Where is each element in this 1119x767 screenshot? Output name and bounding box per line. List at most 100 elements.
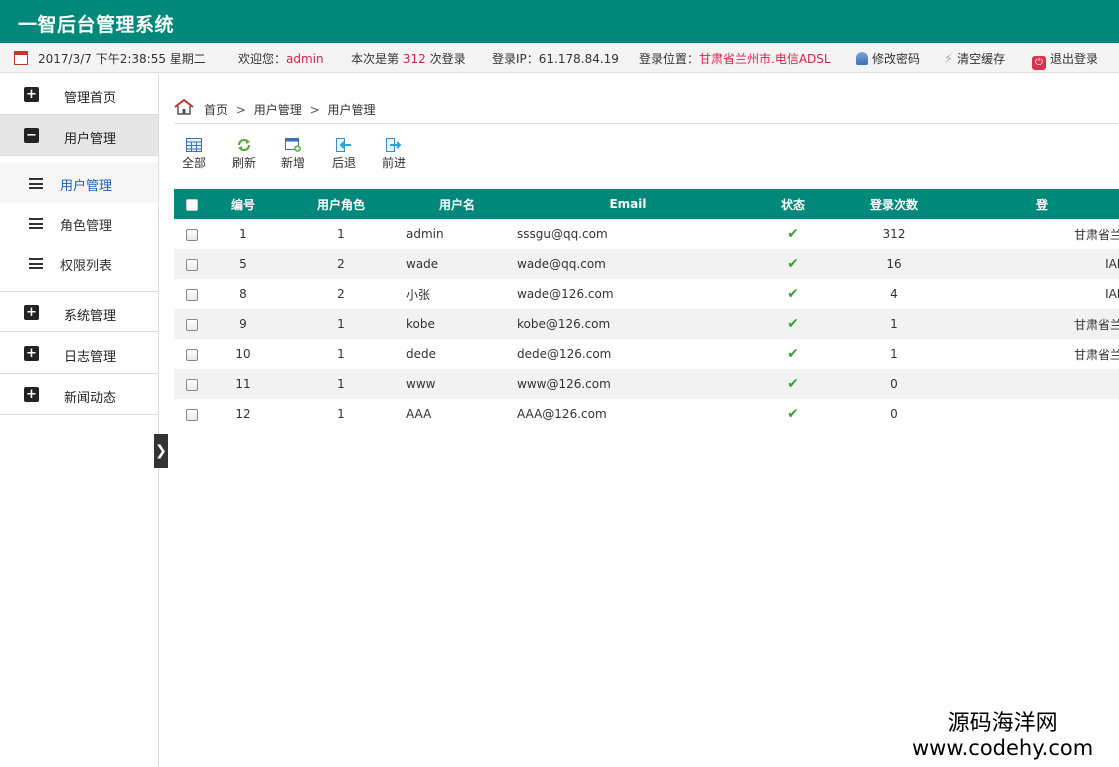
sidebar-item-permission-list[interactable]: 权限列表 (0, 243, 158, 283)
table-row[interactable]: 10 1 dede dede@126.com ✔ 1 甘肃省兰州 (174, 339, 1119, 369)
row-checkbox[interactable] (186, 378, 198, 391)
row-checkbox[interactable] (186, 318, 198, 331)
clear-cache-link[interactable]: ⚡ 清空缓存 (944, 50, 1005, 67)
row-checkbox[interactable] (186, 228, 198, 241)
select-all-checkbox[interactable] (186, 198, 198, 211)
add-button[interactable]: 新增 (273, 138, 313, 171)
app-header: 一智后台管理系统 (0, 0, 1119, 43)
cell-username: admin (406, 227, 444, 241)
column-header-logins[interactable]: 登录次数 (838, 189, 950, 219)
breadcrumb-home[interactable]: 首页 (204, 103, 228, 117)
cell-status: ✔ (748, 219, 838, 249)
show-all-label: 全部 (181, 156, 206, 170)
list-icon (29, 178, 43, 189)
info-bar: 2017/3/7 下午2:38:55 星期二 欢迎您：admin 本次是第 31… (0, 43, 1119, 73)
cell-email: wade@qq.com (508, 249, 748, 279)
row-select-cell (174, 249, 210, 279)
watermark: 源码海洋网 www.codehy.com (912, 712, 1093, 761)
cell-logins: 4 (890, 287, 898, 301)
cell-role: 1 (337, 227, 345, 241)
cell-role: 1 (276, 369, 406, 399)
row-select-cell (174, 309, 210, 339)
change-password-link[interactable]: 修改密码 (856, 50, 920, 67)
login-ip: 登录IP：61.178.84.19 (492, 52, 619, 66)
cell-email: wade@126.com (517, 287, 614, 301)
check-icon: ✔ (787, 376, 799, 392)
row-checkbox[interactable] (186, 348, 198, 361)
cell-status: ✔ (748, 369, 838, 399)
welcome-label: 欢迎您： (238, 52, 287, 66)
add-window-icon (285, 138, 301, 152)
cell-role: 2 (276, 249, 406, 279)
show-all-button[interactable]: 全部 (174, 138, 214, 171)
back-button[interactable]: 后退 (324, 138, 364, 171)
cell-role: 1 (276, 309, 406, 339)
column-header-id[interactable]: 编号 (210, 189, 276, 219)
login-count-value: 312 (402, 52, 426, 66)
breadcrumb-parent[interactable]: 用户管理 (254, 103, 302, 117)
column-header-status[interactable]: 状态 (748, 189, 838, 219)
column-header-email[interactable]: Email (508, 189, 748, 219)
table-row[interactable]: 5 2 wade wade@qq.com ✔ 16 IANA (174, 249, 1119, 279)
logout-label: 退出登录 (1050, 52, 1099, 66)
row-checkbox[interactable] (186, 258, 198, 271)
column-header-username[interactable]: 用户名 (406, 189, 508, 219)
sidebar-group-system[interactable]: + 系统管理 (0, 291, 158, 332)
row-checkbox[interactable] (186, 288, 198, 301)
sidebar-group-label: 新闻动态 (64, 391, 117, 406)
sidebar-group-home[interactable]: + 管理首页 (0, 74, 158, 115)
check-icon: ✔ (787, 286, 799, 302)
select-all-cell (174, 189, 210, 219)
refresh-button[interactable]: 刷新 (224, 138, 264, 171)
cell-logins: 16 (838, 249, 950, 279)
expand-icon: + (24, 387, 39, 402)
table-row[interactable]: 8 2 小张 wade@126.com ✔ 4 IANA (174, 279, 1119, 309)
table-row[interactable]: 9 1 kobe kobe@126.com ✔ 1 甘肃省兰州 (174, 309, 1119, 339)
cell-username: wade (406, 249, 508, 279)
forward-label: 前进 (381, 156, 406, 170)
table-header-row: 编号 用户角色 用户名 Email 状态 登录次数 登 (174, 189, 1119, 219)
refresh-label: 刷新 (231, 156, 256, 170)
sidebar-group-users[interactable]: − 用户管理 (0, 115, 158, 156)
cell-id: 1 (239, 227, 247, 241)
sidebar-group-label: 日志管理 (64, 350, 117, 365)
logout-link[interactable]: ⏻ 退出登录 (1032, 50, 1098, 70)
cell-logins: 312 (882, 227, 906, 241)
cell-id: 12 (235, 407, 251, 421)
row-select-cell (174, 219, 210, 249)
grid-icon (186, 138, 202, 152)
sidebar-item-user-management[interactable]: 用户管理 (0, 163, 158, 203)
column-header-location[interactable]: 登 (950, 189, 1119, 219)
location-label: 登录位置： (639, 52, 700, 66)
cell-username: 小张 (406, 287, 431, 302)
cell-email: dede@126.com (517, 347, 612, 361)
column-header-role[interactable]: 用户角色 (276, 189, 406, 219)
cell-status: ✔ (748, 309, 838, 339)
sidebar-item-role-management[interactable]: 角色管理 (0, 203, 158, 243)
row-checkbox[interactable] (186, 408, 198, 421)
cell-logins: 1 (838, 309, 950, 339)
collapse-icon: − (24, 128, 39, 143)
table-row[interactable]: 1 1 admin sssgu@qq.com ✔ 312 甘肃省兰州 (174, 219, 1119, 249)
row-select-cell (174, 399, 210, 429)
table-row[interactable]: 12 1 AAA AAA@126.com ✔ 0 (174, 399, 1119, 429)
user-key-icon (856, 52, 868, 65)
back-icon (336, 138, 351, 152)
cell-location: IANA (950, 249, 1119, 279)
table-row[interactable]: 11 1 www www@126.com ✔ 0 (174, 369, 1119, 399)
expand-icon: + (24, 346, 39, 361)
sidebar-toggle-button[interactable]: ❯ (154, 434, 168, 468)
list-icon (29, 218, 43, 229)
sidebar-group-news[interactable]: + 新闻动态 (0, 374, 158, 415)
cell-status: ✔ (748, 399, 838, 429)
cell-location: 甘肃省兰州 (950, 309, 1119, 339)
forward-icon (386, 138, 402, 152)
forward-button[interactable]: 前进 (374, 138, 414, 171)
cell-location (950, 369, 1119, 399)
check-icon: ✔ (787, 346, 799, 362)
cell-logins: 0 (890, 407, 898, 421)
home-icon[interactable] (174, 99, 194, 115)
breadcrumb: 首页 > 用户管理 > 用户管理 (174, 97, 1119, 124)
breadcrumb-current: 用户管理 (327, 103, 376, 117)
sidebar-group-logs[interactable]: + 日志管理 (0, 333, 158, 374)
